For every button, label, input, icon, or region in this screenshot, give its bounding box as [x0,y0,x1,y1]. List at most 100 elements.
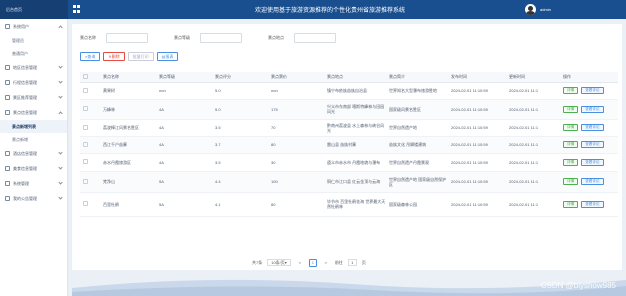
place-input[interactable] [294,33,336,43]
cell-intro: 国家级森林公园 [386,192,448,217]
user-menu[interactable]: admin [525,3,551,16]
detail-button[interactable]: 详情 [563,141,579,148]
row-checkbox[interactable] [83,201,88,206]
cell-name: 百里杜鹃 [100,192,156,217]
cell-price: 70 [268,119,324,137]
sidebar-item-region[interactable]: 地区信息管理 [0,60,67,75]
page-size-value: 10条/页 [271,259,285,265]
cell-publish: 2024-02-01 11:10:59 [448,171,506,193]
sidebar-item-recommend[interactable]: 景区推荐管理 [0,90,67,105]
sidebar-sub-scenic-add[interactable]: 景点新增 [0,133,67,146]
next-page-button[interactable]: > [322,259,330,267]
main-panel: 景点名称 景点等级 景点地点 ⌕ 查询 ✕ 删除 批量打印 ▤ 报表 景点名称 … [72,24,622,270]
comments-button[interactable]: 查看评论 [581,158,604,166]
row-checkbox[interactable] [83,106,88,111]
cell-intro: 世界自然遗产地 [386,119,448,137]
page-size-select[interactable]: 10条/页 ▾ [267,259,291,266]
col-place[interactable]: 景点地点 [324,72,386,83]
cell-update: 2024-02-01 11:1 [506,99,560,120]
sidebar-sub-scenic-list[interactable]: 景点新增列表 [0,120,67,133]
row-checkbox[interactable] [83,178,88,184]
bell-icon [5,196,10,201]
avatar-icon[interactable] [525,4,536,15]
cell-place: 黔南州荔波县 水上森林与峡谷风光 [324,119,386,137]
cell-name: 黄果树 [100,82,156,100]
col-price[interactable]: 景点票价 [268,72,324,83]
delete-button[interactable]: ✕ 删除 [103,52,125,61]
table-header-row: 景点名称 景点等级 景点评分 景点票价 景点地点 景点简介 发布时间 更新时间 … [80,72,618,83]
level-input[interactable] [200,33,242,43]
col-intro[interactable]: 景点简介 [386,72,448,83]
detail-button[interactable]: 详情 [563,105,579,113]
chevron-down-icon [58,165,63,170]
comments-button[interactable]: 查看评论 [581,141,604,148]
col-level[interactable]: 景点等级 [156,72,212,83]
sidebar-sub-users[interactable]: 普通用户 [0,47,67,60]
menu-grid-icon[interactable] [73,5,81,13]
pagination: 共7条 10条/页 ▾ < 1 > 前往 1 页 [252,258,366,267]
goto-label: 前往 [334,259,343,265]
user-icon [5,24,10,29]
name-input[interactable] [106,33,148,43]
chevron-down-icon [58,79,63,84]
cell-score: 5.0 [212,82,268,100]
report-button[interactable]: ▤ 报表 [156,52,179,61]
prev-page-button[interactable]: < [296,259,304,267]
cell-intro: 世界自然遗产丹霞景观 [386,153,448,172]
sidebar-item-system[interactable]: 系统管理 [0,176,67,191]
detail-button[interactable]: 详情 [563,158,579,166]
cell-update: 2024-02-01 11:1 [506,82,560,100]
col-update[interactable]: 更新时间 [506,72,560,83]
sidebar-item-label: 地区信息管理 [13,64,37,70]
page-1-button[interactable]: 1 [308,258,317,267]
select-all-checkbox[interactable] [83,73,88,79]
total-count: 共7条 [252,259,263,265]
comments-button[interactable]: 查看评论 [581,87,604,94]
comments-button[interactable]: 查看评论 [581,105,604,113]
chevron-up-icon [58,111,63,116]
report-button-label: 报表 [165,53,174,59]
row-checkbox[interactable] [83,124,88,130]
detail-button[interactable]: 详情 [563,124,579,131]
sidebar-item-label: 美食信息管理 [13,165,37,171]
sidebar-item-system-users[interactable]: 系统用户 [0,19,67,34]
search-button[interactable]: ⌕ 查询 [80,52,101,61]
sidebar-item-label: 我的公告管理 [13,195,37,201]
detail-button[interactable]: 详情 [563,178,579,185]
sidebar-item-scenic[interactable]: 景点信息管理 [0,105,67,120]
sidebar-item-food[interactable]: 美食信息管理 [0,161,67,176]
goto-page-input[interactable]: 1 [347,259,357,266]
cell-place: 铜仁市江口县 红云金顶与云海 [324,171,386,193]
sidebar-item-hotel[interactable]: 酒店信息管理 [0,146,67,161]
cell-update: 2024-02-01 11:1 [506,153,560,172]
sidebar-item-trip[interactable]: 行程信息管理 [0,75,67,90]
cell-name: 赤水丹霞旅游区 [100,153,156,172]
cell-name: 梵净山 [100,171,156,193]
col-publish[interactable]: 发布时间 [448,72,506,83]
row-checkbox[interactable] [83,141,88,147]
table-row: 梵净山 5A 4.4 100 铜仁市江口县 红云金顶与云海 世界自然遗产地 国家… [80,171,618,193]
bulk-print-button[interactable]: 批量打印 [127,52,154,61]
table-row: 百里杜鹃 5A 4.1 80 毕节市 百里杜鹃花海 世界最大天然杜鹃林 国家级森… [80,192,618,217]
toolbar: ⌕ 查询 ✕ 删除 批量打印 ▤ 报表 [80,52,179,61]
cell-publish: 2024-02-01 11:10:59 [448,119,506,137]
sidebar-item-notice[interactable]: 我的公告管理 [0,191,67,206]
doc-icon [5,95,10,100]
comments-button[interactable]: 查看评论 [581,124,604,131]
chevron-up-icon [58,25,63,30]
row-checkbox[interactable] [83,87,88,93]
cell-score: 4.4 [212,171,268,193]
col-score[interactable]: 景点评分 [212,72,268,83]
comments-button[interactable]: 查看评论 [581,200,604,208]
detail-button[interactable]: 详情 [563,87,579,94]
detail-button[interactable]: 详情 [563,200,579,208]
brand-home[interactable]: 后台首页 [0,0,68,19]
gear-icon [5,181,10,186]
row-checkbox[interactable] [83,159,88,164]
sidebar-sub-admin[interactable]: 管理员 [0,34,67,47]
chevron-down-icon [58,150,63,155]
chevron-down-icon [58,180,63,185]
cell-level: 4A [156,136,212,154]
comments-button[interactable]: 查看评论 [581,178,604,185]
col-name[interactable]: 景点名称 [100,72,156,83]
